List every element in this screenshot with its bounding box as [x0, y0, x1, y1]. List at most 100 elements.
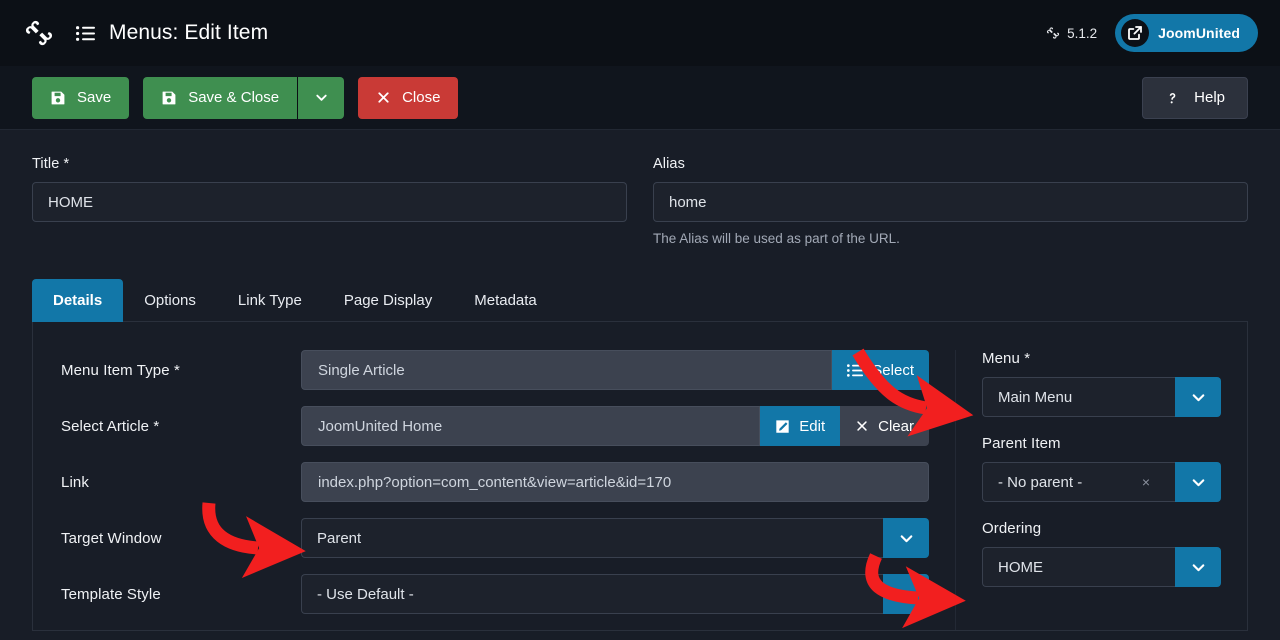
question-mark-icon: [1165, 90, 1180, 106]
top-fields-row: Title * Alias The Alias will be used as …: [32, 156, 1248, 246]
save-and-close-button[interactable]: Save & Close: [143, 77, 297, 119]
menu-item-type-select-button[interactable]: Select: [832, 350, 929, 390]
template-style-control: - Use Default -: [301, 574, 929, 614]
article-edit-button[interactable]: Edit: [760, 406, 840, 446]
x-icon: [855, 419, 869, 433]
alias-label: Alias: [653, 156, 1248, 172]
header-right-group: 5.1.2 JoomUnited: [1046, 14, 1264, 52]
parent-item-chevron-down-icon[interactable]: [1175, 462, 1221, 502]
title-input[interactable]: [32, 182, 627, 222]
joomla-glyph-icon: [1046, 26, 1060, 40]
clear-button-label: Clear: [878, 418, 914, 435]
joomunited-label: JoomUnited: [1158, 25, 1240, 41]
link-input[interactable]: [301, 462, 929, 502]
select-article-label: Select Article *: [61, 418, 301, 435]
ordering-field-group: Ordering HOME: [982, 520, 1221, 587]
menu-select-face[interactable]: Main Menu: [982, 377, 1175, 417]
link-row: Link: [61, 462, 929, 502]
template-style-chevron-down-icon[interactable]: [883, 574, 929, 614]
parent-item-select-face[interactable]: - No parent - ×: [982, 462, 1175, 502]
save-and-close-label: Save & Close: [188, 89, 279, 106]
joomla-logo-icon[interactable]: [24, 18, 54, 48]
menu-label: Menu *: [982, 350, 1221, 367]
chevron-down-icon: [314, 90, 329, 105]
ordering-chevron-down-icon[interactable]: [1175, 547, 1221, 587]
tab-metadata[interactable]: Metadata: [453, 279, 558, 322]
close-button[interactable]: Close: [358, 77, 458, 119]
list-icon: [847, 364, 863, 377]
pencil-icon: [775, 419, 790, 434]
target-window-value: Parent: [317, 530, 361, 547]
details-main-column: Menu Item Type * Select: [33, 350, 955, 630]
target-window-select[interactable]: Parent: [301, 518, 929, 558]
menu-item-type-input[interactable]: [301, 350, 832, 390]
target-window-label: Target Window: [61, 530, 301, 547]
tab-link-type[interactable]: Link Type: [217, 279, 323, 322]
page-title: Menus: Edit Item: [109, 21, 268, 45]
menu-item-type-row: Menu Item Type * Select: [61, 350, 929, 390]
article-clear-button[interactable]: Clear: [840, 406, 929, 446]
template-style-select-face[interactable]: - Use Default -: [301, 574, 883, 614]
select-article-input[interactable]: [301, 406, 760, 446]
template-style-select[interactable]: - Use Default -: [301, 574, 929, 614]
save-label: Save: [77, 89, 111, 106]
ordering-label: Ordering: [982, 520, 1221, 537]
title-label: Title *: [32, 156, 627, 172]
target-window-chevron-down-icon[interactable]: [883, 518, 929, 558]
ordering-value: HOME: [998, 559, 1043, 576]
edit-button-label: Edit: [799, 418, 825, 435]
target-window-control: Parent: [301, 518, 929, 558]
target-window-select-face[interactable]: Parent: [301, 518, 883, 558]
ordering-select-face[interactable]: HOME: [982, 547, 1175, 587]
ordering-select[interactable]: HOME: [982, 547, 1221, 587]
tab-bar: Details Options Link Type Page Display M…: [32, 278, 1248, 322]
template-style-label: Template Style: [61, 586, 301, 603]
menu-field-group: Menu * Main Menu: [982, 350, 1221, 417]
select-article-row: Select Article * Edit: [61, 406, 929, 446]
tab-page-display[interactable]: Page Display: [323, 279, 453, 322]
template-style-value: - Use Default -: [317, 586, 414, 603]
alias-field-group: Alias The Alias will be used as part of …: [653, 156, 1248, 246]
link-control: [301, 462, 929, 502]
link-label: Link: [61, 474, 301, 491]
select-article-control: Edit Clear: [301, 406, 929, 446]
tab-options[interactable]: Options: [123, 279, 217, 322]
joomunited-button[interactable]: JoomUnited: [1115, 14, 1258, 52]
help-button[interactable]: Help: [1142, 77, 1248, 119]
x-icon: [376, 90, 391, 105]
parent-item-field-group: Parent Item - No parent - ×: [982, 435, 1221, 502]
joomla-version: 5.1.2: [1046, 26, 1097, 41]
toolbar: Save Save & Close Close: [0, 66, 1280, 130]
top-header-bar: Menus: Edit Item 5.1.2 JoomUnited: [0, 0, 1280, 66]
template-style-row: Template Style - Use Default -: [61, 574, 929, 614]
menu-item-type-label: Menu Item Type *: [61, 362, 301, 379]
page-title-group: Menus: Edit Item: [76, 21, 268, 45]
details-side-column: Menu * Main Menu Parent Item -: [955, 350, 1247, 630]
menu-value: Main Menu: [998, 389, 1072, 406]
select-button-label: Select: [872, 362, 914, 379]
parent-item-value: - No parent -: [998, 474, 1082, 491]
parent-item-select[interactable]: - No parent - ×: [982, 462, 1221, 502]
parent-item-clear-x-icon[interactable]: ×: [1134, 475, 1160, 489]
list-icon: [76, 26, 95, 41]
external-link-icon: [1121, 19, 1149, 47]
save-button[interactable]: Save: [32, 77, 129, 119]
help-label: Help: [1194, 89, 1225, 106]
floppy-disk-icon: [161, 90, 177, 106]
page-content: Title * Alias The Alias will be used as …: [0, 130, 1280, 631]
details-panel: Menu Item Type * Select: [32, 322, 1248, 631]
tab-details[interactable]: Details: [32, 279, 123, 322]
close-label: Close: [402, 89, 440, 106]
alias-input[interactable]: [653, 182, 1248, 222]
toolbar-right-group: Help: [1142, 77, 1248, 119]
menu-select[interactable]: Main Menu: [982, 377, 1221, 417]
parent-item-label: Parent Item: [982, 435, 1221, 452]
version-number: 5.1.2: [1067, 26, 1097, 41]
menu-item-type-control: Select: [301, 350, 929, 390]
save-dropdown-button[interactable]: [298, 77, 344, 119]
menu-chevron-down-icon[interactable]: [1175, 377, 1221, 417]
title-field-group: Title *: [32, 156, 627, 246]
save-and-close-group: Save & Close: [143, 77, 344, 119]
floppy-disk-icon: [50, 90, 66, 106]
target-window-row: Target Window Parent: [61, 518, 929, 558]
